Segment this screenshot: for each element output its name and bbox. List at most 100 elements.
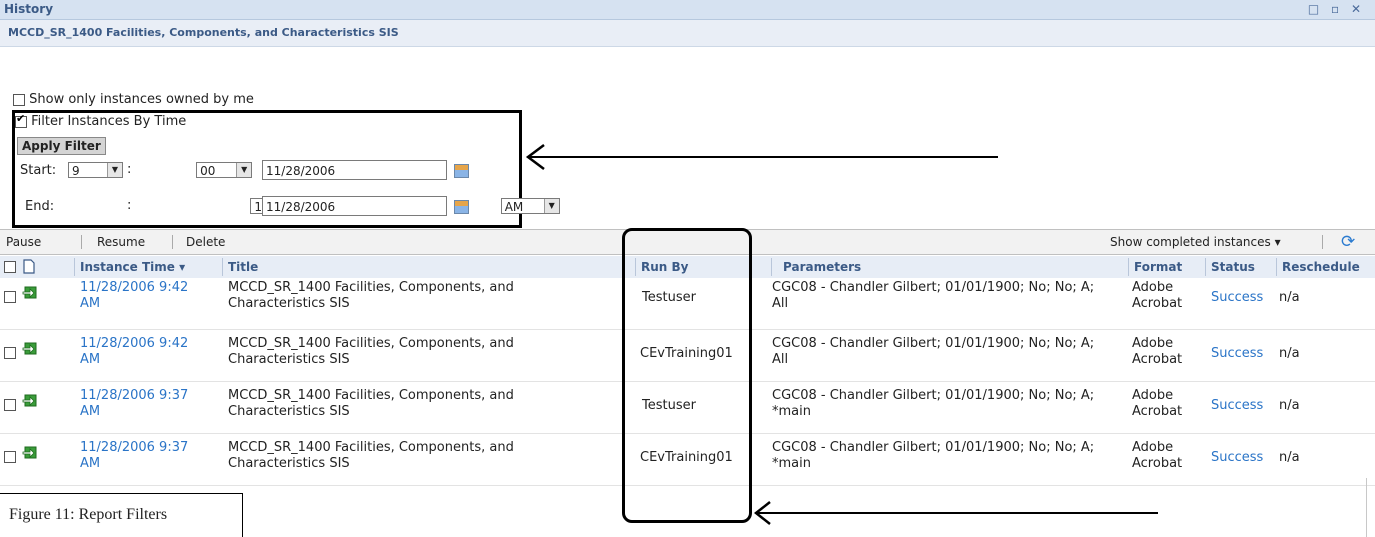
resume-button[interactable]: Resume <box>97 235 145 249</box>
row-title: MCCD_SR_1400 Facilities, Components, and… <box>228 336 514 368</box>
column-divider <box>1276 258 1277 276</box>
instance-success-icon <box>22 394 37 407</box>
col-title[interactable]: Title <box>228 260 258 274</box>
end-ampm-select[interactable]: AM ▼ <box>500 198 560 214</box>
instance-time-date: 11/28/2006 9:42 <box>80 280 189 295</box>
calendar-icon[interactable] <box>454 200 469 214</box>
delete-button[interactable]: Delete <box>186 235 225 249</box>
instance-time-ampm: AM <box>80 404 101 419</box>
calendar-icon[interactable] <box>454 164 469 178</box>
row-title-line2: Characteristics SIS <box>228 456 350 471</box>
instance-time-link[interactable]: 11/28/2006 9:42 AM <box>80 336 188 368</box>
instance-success-icon <box>22 342 37 355</box>
col-instance-time[interactable]: Instance Time ▾ <box>80 260 185 274</box>
col-reschedule[interactable]: Reschedule <box>1282 260 1360 274</box>
instance-time-date: 11/28/2006 9:42 <box>80 336 189 351</box>
row-format-line2: Acrobat <box>1132 352 1183 367</box>
show-completed-dropdown[interactable]: Show completed instances ▾ <box>1110 235 1281 249</box>
column-divider <box>1205 258 1206 276</box>
annotation-arrow-filters <box>525 144 998 170</box>
row-parameters: CGC08 - Chandler Gilbert; 01/01/1900; No… <box>772 388 1094 420</box>
start-hour-select[interactable]: 9 ▼ <box>68 162 123 178</box>
row-reschedule: n/a <box>1279 398 1300 413</box>
start-minute-select[interactable]: 00 ▼ <box>196 162 253 178</box>
instance-success-icon <box>22 286 37 299</box>
row-format: Adobe Acrobat <box>1132 280 1182 312</box>
column-divider <box>222 258 223 276</box>
row-format-line1: Adobe <box>1132 388 1174 403</box>
row-params-line1: CGC08 - Chandler Gilbert; 01/01/1900; No… <box>772 440 1095 455</box>
column-divider <box>74 258 75 276</box>
row-format-line2: Acrobat <box>1132 296 1183 311</box>
figure-caption: Figure 11: Report Filters <box>9 506 168 523</box>
row-reschedule: n/a <box>1279 346 1300 361</box>
toolbar-divider <box>1322 235 1323 249</box>
end-label: End: <box>25 199 55 214</box>
time-separator: : <box>127 198 132 213</box>
row-format-line2: Acrobat <box>1132 404 1183 419</box>
col-format[interactable]: Format <box>1134 260 1182 274</box>
row-title: MCCD_SR_1400 Facilities, Components, and… <box>228 440 514 472</box>
row-format-line2: Acrobat <box>1132 456 1183 471</box>
row-title-line2: Characteristics SIS <box>228 404 350 419</box>
row-checkbox[interactable] <box>4 451 16 463</box>
filter-by-time-checkbox[interactable] <box>15 112 27 128</box>
col-parameters[interactable]: Parameters <box>783 260 861 274</box>
chevron-down-icon: ▼ <box>236 163 252 177</box>
row-params-line2: All <box>772 296 789 311</box>
row-format-line1: Adobe <box>1132 440 1174 455</box>
apply-filter-button[interactable]: Apply Filter <box>17 137 106 155</box>
row-params-line1: CGC08 - Chandler Gilbert; 01/01/1900; No… <box>772 388 1095 403</box>
instance-time-ampm: AM <box>80 296 101 311</box>
row-parameters: CGC08 - Chandler Gilbert; 01/01/1900; No… <box>772 336 1094 368</box>
row-params-line2: *main <box>772 404 811 419</box>
filter-by-time-label: Filter Instances By Time <box>31 114 187 129</box>
figure-caption-box: Figure 11: Report Filters <box>0 493 243 537</box>
filter-by-time-row[interactable]: Filter Instances By Time <box>15 112 187 129</box>
row-checkbox[interactable] <box>4 399 16 411</box>
window-controls[interactable]: □ ▫ ✕ <box>1308 2 1365 16</box>
status-link[interactable]: Success <box>1211 346 1263 362</box>
row-reschedule: n/a <box>1279 290 1300 305</box>
status-link[interactable]: Success <box>1211 398 1263 414</box>
show-owned-checkbox[interactable] <box>13 93 25 106</box>
column-divider <box>771 258 772 276</box>
row-checkbox[interactable] <box>4 347 16 359</box>
document-title-bar: MCCD_SR_1400 Facilities, Components, and… <box>0 20 1375 47</box>
row-title-line1: MCCD_SR_1400 Facilities, Components, and <box>228 440 514 455</box>
window-title: History <box>4 2 54 16</box>
instance-time-link[interactable]: 11/28/2006 9:42 AM <box>80 280 188 312</box>
chevron-down-icon: ▼ <box>543 199 559 213</box>
row-title-line2: Characteristics SIS <box>228 296 350 311</box>
instance-time-link[interactable]: 11/28/2006 9:37 AM <box>80 388 188 420</box>
row-title: MCCD_SR_1400 Facilities, Components, and… <box>228 388 514 420</box>
row-params-line2: All <box>772 352 789 367</box>
row-format-line1: Adobe <box>1132 336 1174 351</box>
instance-success-icon <box>22 446 37 459</box>
row-parameters: CGC08 - Chandler Gilbert; 01/01/1900; No… <box>772 280 1094 312</box>
time-separator: : <box>127 162 132 177</box>
start-minute-value: 00 <box>200 164 216 178</box>
col-status[interactable]: Status <box>1211 260 1255 274</box>
row-params-line2: *main <box>772 456 811 471</box>
row-params-line1: CGC08 - Chandler Gilbert; 01/01/1900; No… <box>772 336 1095 351</box>
toolbar-divider <box>81 235 82 249</box>
show-owned-row[interactable]: Show only instances owned by me <box>13 92 254 107</box>
status-link[interactable]: Success <box>1211 290 1263 306</box>
start-label: Start: <box>20 163 57 178</box>
instance-time-date: 11/28/2006 9:37 <box>80 388 189 403</box>
pause-button[interactable]: Pause <box>6 235 41 249</box>
row-title-line1: MCCD_SR_1400 Facilities, Components, and <box>228 336 514 351</box>
instance-time-link[interactable]: 11/28/2006 9:37 AM <box>80 440 188 472</box>
select-all-checkbox[interactable] <box>4 261 16 273</box>
chevron-down-icon: ▼ <box>107 163 122 177</box>
status-link[interactable]: Success <box>1211 450 1263 466</box>
row-params-line1: CGC08 - Chandler Gilbert; 01/01/1900; No… <box>772 280 1095 295</box>
start-date-input[interactable]: 11/28/2006 <box>262 160 447 180</box>
refresh-icon[interactable]: ⟳ <box>1341 232 1355 252</box>
end-date-input[interactable]: 11/28/2006 <box>262 196 447 216</box>
instance-time-ampm: AM <box>80 352 101 367</box>
panel-edge <box>1366 478 1367 537</box>
row-checkbox[interactable] <box>4 291 16 303</box>
document-icon <box>23 259 35 274</box>
